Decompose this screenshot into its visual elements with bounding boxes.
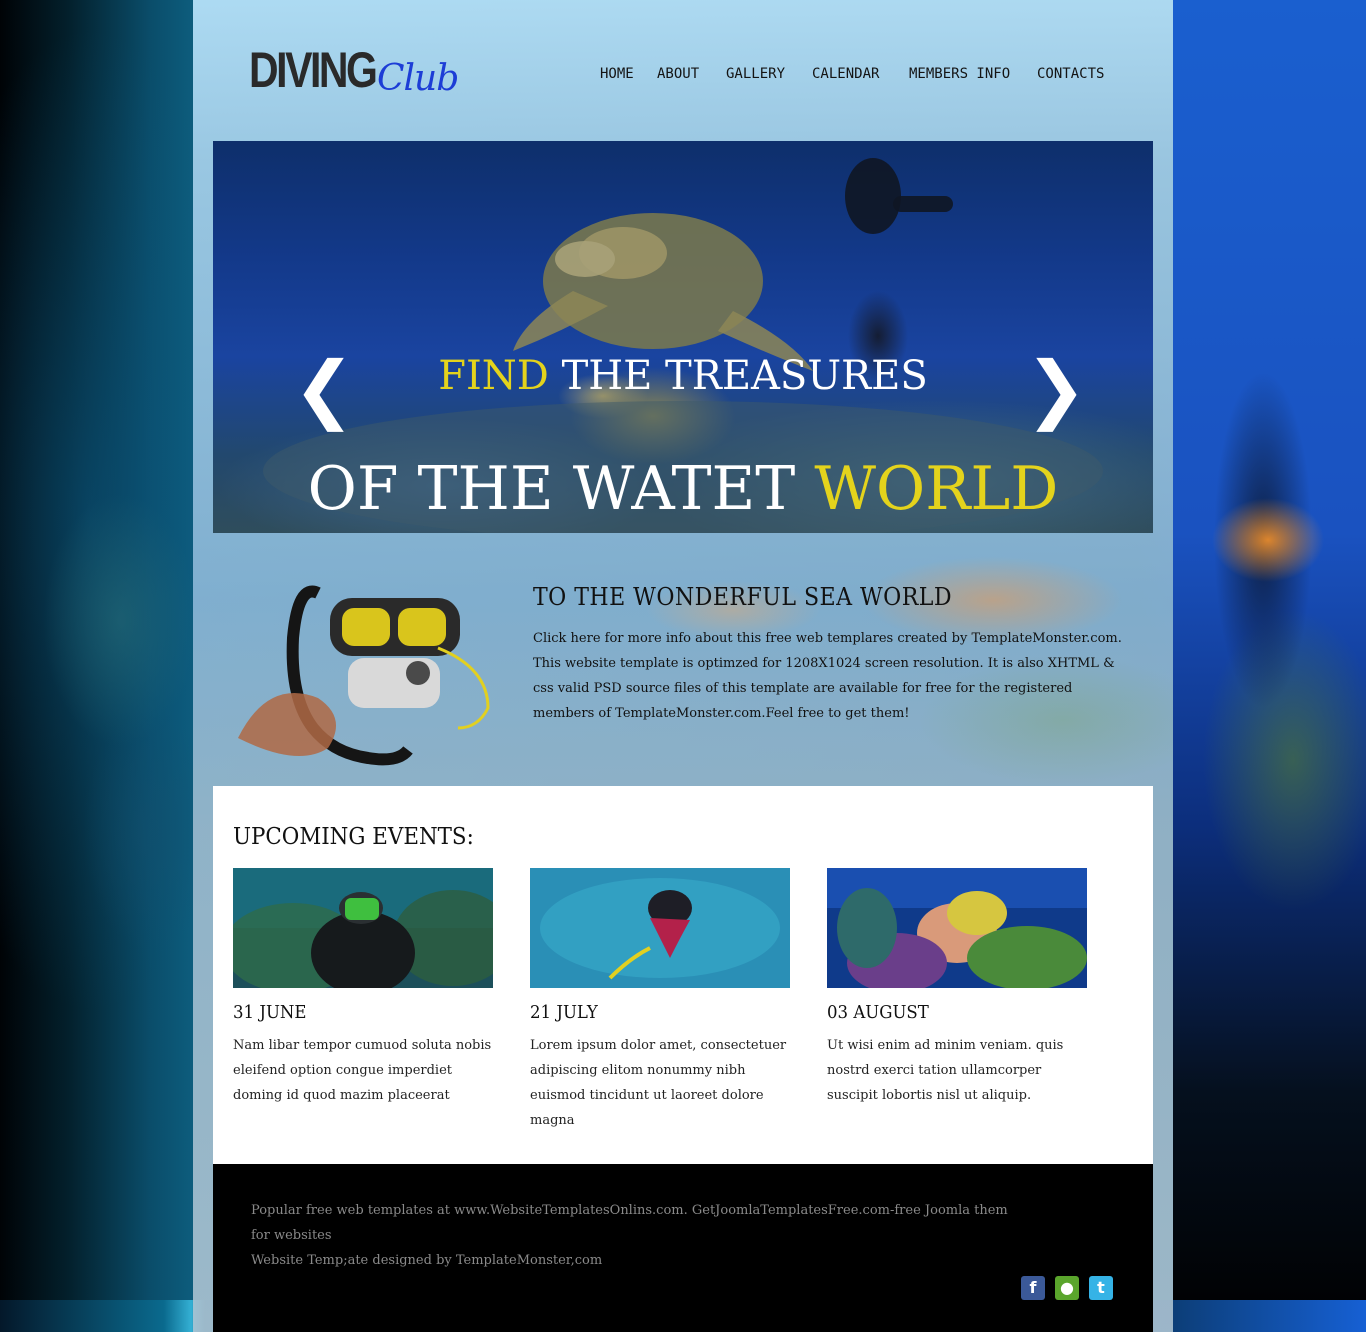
nav-home[interactable]: HOME	[600, 64, 634, 84]
background-right-ocean	[1173, 0, 1366, 1332]
nav-gallery[interactable]: GALLERY	[726, 64, 785, 84]
twitter-icon[interactable]: t	[1089, 1276, 1113, 1300]
slide-line1-text: THE TREASURES	[548, 353, 928, 399]
nav-contacts[interactable]: CONTACTS	[1037, 64, 1104, 84]
hero-slider: ❮ ❯ FIND THE TREASURES OF THE WATET WORL…	[213, 141, 1153, 533]
event-date: 31 JUNE	[233, 1002, 307, 1023]
events-title: UPCOMING EVENTS:	[233, 824, 474, 850]
event-image-diver-mask[interactable]	[223, 868, 513, 995]
nav-about[interactable]: ABOUT	[657, 64, 699, 84]
event-description: Ut wisi enim ad minim veniam. quis nostr…	[827, 1038, 1064, 1103]
twitter-glyph: t	[1097, 1278, 1105, 1297]
chat-icon[interactable]: ●	[1055, 1276, 1079, 1300]
footer-line-templates[interactable]: Popular free web templates at www.Websit…	[251, 1198, 1011, 1248]
event-card: 31 JUNE Nam libar tempor cumuod soluta n…	[223, 868, 513, 1108]
upcoming-events: UPCOMING EVENTS: 31 JUNE Nam libar tempo…	[213, 786, 1153, 1164]
event-card: 21 JULY Lorem ipsum dolor amet, consecte…	[530, 868, 790, 1133]
event-description: Nam libar tempor cumuod soluta nobis ele…	[233, 1038, 492, 1103]
slide-heading-line1: FIND THE TREASURES	[213, 351, 1153, 401]
intro-title: TO THE WONDERFUL SEA WORLD	[533, 583, 953, 611]
event-card: 03 AUGUST Ut wisi enim ad minim veniam. …	[827, 868, 1087, 1108]
slide-heading-line2: OF THE WATET WORLD	[213, 453, 1153, 525]
event-description: Lorem ipsum dolor amet, consectetuer adi…	[530, 1038, 787, 1128]
event-image-coral-reef[interactable]	[827, 868, 1087, 993]
intro-text: Click here for more info about this free…	[533, 631, 1122, 721]
footer-text: Popular free web templates at www.Websit…	[251, 1198, 1011, 1273]
nav-calendar[interactable]: CALENDAR	[812, 64, 879, 84]
page-container: DIVING Club HOME ABOUT GALLERY CALENDAR …	[193, 0, 1173, 1332]
background-left-reef	[0, 360, 193, 980]
event-date: 03 AUGUST	[827, 1002, 929, 1023]
slide-highlight-world: WORLD	[814, 454, 1059, 524]
main-nav: HOME ABOUT GALLERY CALENDAR MEMBERS INFO…	[193, 64, 1173, 88]
footer-line-credits[interactable]: Website Temp;ate designed by TemplateMon…	[251, 1248, 1011, 1273]
chat-glyph: ●	[1060, 1278, 1074, 1297]
slide-line2-text: OF THE WATET	[307, 454, 815, 524]
event-image-diver-surface[interactable]	[530, 868, 790, 988]
footer: Popular free web templates at www.Websit…	[213, 1164, 1153, 1332]
nav-members-info[interactable]: MEMBERS INFO	[909, 64, 1010, 84]
facebook-glyph: f	[1029, 1278, 1037, 1297]
slide-highlight-find: FIND	[438, 353, 549, 399]
facebook-icon[interactable]: f	[1021, 1276, 1045, 1300]
event-date: 21 JULY	[530, 1002, 598, 1023]
diving-gear-image	[238, 585, 490, 766]
